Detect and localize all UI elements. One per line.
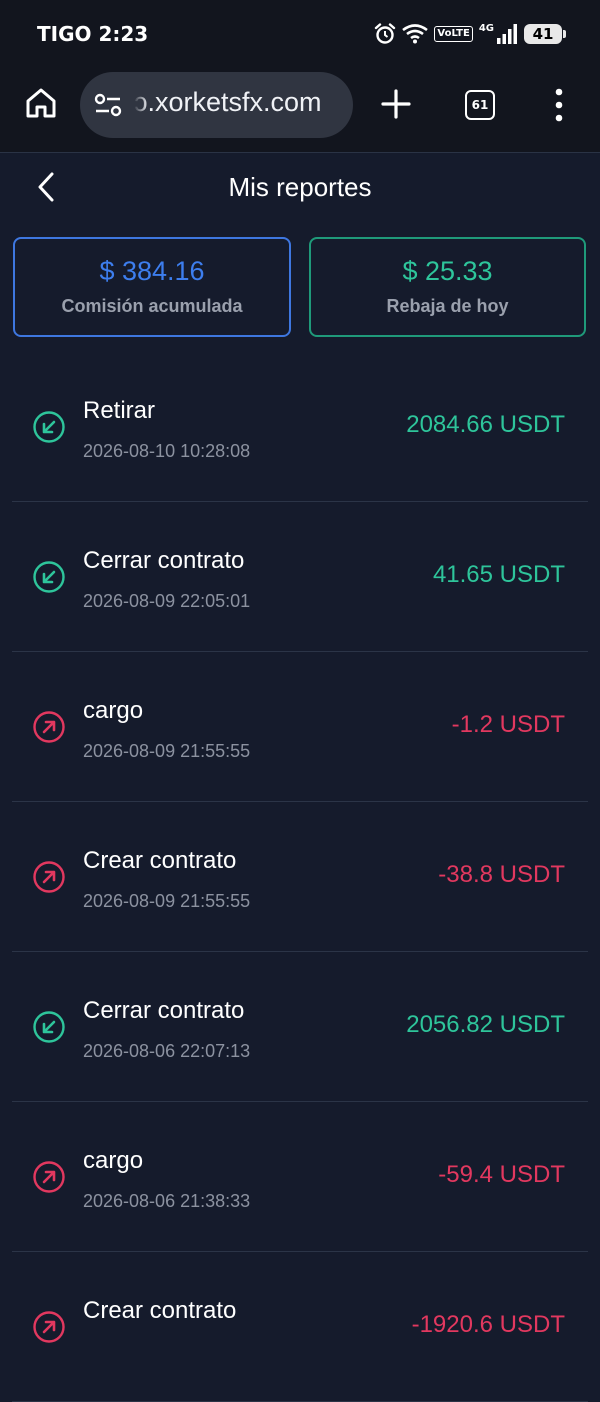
list-item[interactable]: cargo 2026-08-09 21:55:55 -1.2 USDT <box>12 652 588 802</box>
list-item[interactable]: Crear contrato 2026-08-09 21:55:55 -38.8… <box>12 802 588 952</box>
transaction-time: 2026-08-10 10:28:08 <box>83 441 251 461</box>
list-item[interactable]: Crear contrato -1920.6 USDT <box>12 1252 588 1402</box>
transaction-amount: 41.65 USDT <box>432 561 565 588</box>
transaction-title: Crear contrato <box>83 1297 237 1324</box>
arrow-out-icon <box>32 1160 66 1194</box>
list-item[interactable]: Cerrar contrato 2026-08-06 22:07:13 2056… <box>12 952 588 1102</box>
network-type: 4G <box>478 22 494 34</box>
home-icon[interactable] <box>24 86 58 120</box>
transaction-amount: 2056.82 USDT <box>406 1011 565 1038</box>
arrow-in-icon <box>32 410 66 444</box>
arrow-out-icon <box>32 710 66 744</box>
arrow-out-icon <box>32 860 66 894</box>
transaction-title: Crear contrato <box>83 847 237 874</box>
list-item[interactable]: cargo 2026-08-06 21:38:33 -59.4 USDT <box>12 1102 588 1252</box>
arrow-in-icon <box>32 1010 66 1044</box>
transaction-time: 2026-08-09 22:05:01 <box>83 591 251 611</box>
signal-icon <box>497 24 517 44</box>
transaction-time: 2026-08-09 21:55:55 <box>83 891 251 911</box>
url-text[interactable]: ɔ.xorketsfx.com <box>134 87 322 118</box>
transaction-time: 2026-08-06 21:38:33 <box>83 1191 251 1211</box>
commission-card: $ 384.16 Comisión acumulada <box>13 237 291 337</box>
arrow-out-icon <box>32 1310 66 1344</box>
transaction-title: Cerrar contrato <box>83 997 245 1024</box>
list-item[interactable]: Cerrar contrato 2026-08-09 22:05:01 41.6… <box>12 502 588 652</box>
plus-icon[interactable] <box>380 88 412 120</box>
wifi-icon <box>402 24 429 44</box>
transaction-title: cargo <box>83 1147 144 1174</box>
tabs-icon[interactable]: 61 <box>465 90 495 120</box>
volte-badge: VoLTE <box>434 26 473 42</box>
transaction-title: Cerrar contrato <box>83 547 245 574</box>
carrier-time: TIGO 2:23 <box>37 22 149 46</box>
page-title: Mis reportes <box>228 172 372 202</box>
transaction-amount: -59.4 USDT <box>438 1161 565 1188</box>
transaction-time: 2026-08-09 21:55:55 <box>83 741 251 761</box>
alarm-icon <box>375 23 396 44</box>
arrow-in-icon <box>32 560 66 594</box>
status-bar: TIGO 2:23 VoLTE 4G 41 <box>0 0 600 68</box>
commission-label: Comisión acumulada <box>61 296 243 316</box>
transaction-amount: -1.2 USDT <box>451 711 565 738</box>
rebate-amount: $ 25.33 <box>402 256 493 286</box>
list-item[interactable]: Retirar 2026-08-10 10:28:08 2084.66 USDT <box>12 352 588 502</box>
transaction-title: cargo <box>83 697 144 724</box>
transaction-time: 2026-08-06 22:07:13 <box>83 1041 251 1061</box>
url-fade <box>134 72 148 138</box>
rebate-card: $ 25.33 Rebaja de hoy <box>309 237 586 337</box>
status-icons: VoLTE 4G 41 <box>374 20 566 48</box>
site-settings-icon[interactable] <box>94 92 122 118</box>
menu-dots-icon[interactable] <box>553 88 565 122</box>
transaction-title: Retirar <box>83 397 156 424</box>
transaction-amount: 2084.66 USDT <box>406 411 565 438</box>
transaction-amount: -1920.6 USDT <box>411 1311 565 1338</box>
transaction-amount: -38.8 USDT <box>438 861 565 888</box>
commission-amount: $ 384.16 <box>99 256 205 286</box>
battery-indicator: 41 <box>524 24 566 44</box>
browser-toolbar: ɔ.xorketsfx.com 61 <box>0 68 600 153</box>
rebate-label: Rebaja de hoy <box>386 296 509 316</box>
address-bar[interactable]: ɔ.xorketsfx.com <box>80 72 353 138</box>
transaction-list: Retirar 2026-08-10 10:28:08 2084.66 USDT… <box>12 352 588 1402</box>
